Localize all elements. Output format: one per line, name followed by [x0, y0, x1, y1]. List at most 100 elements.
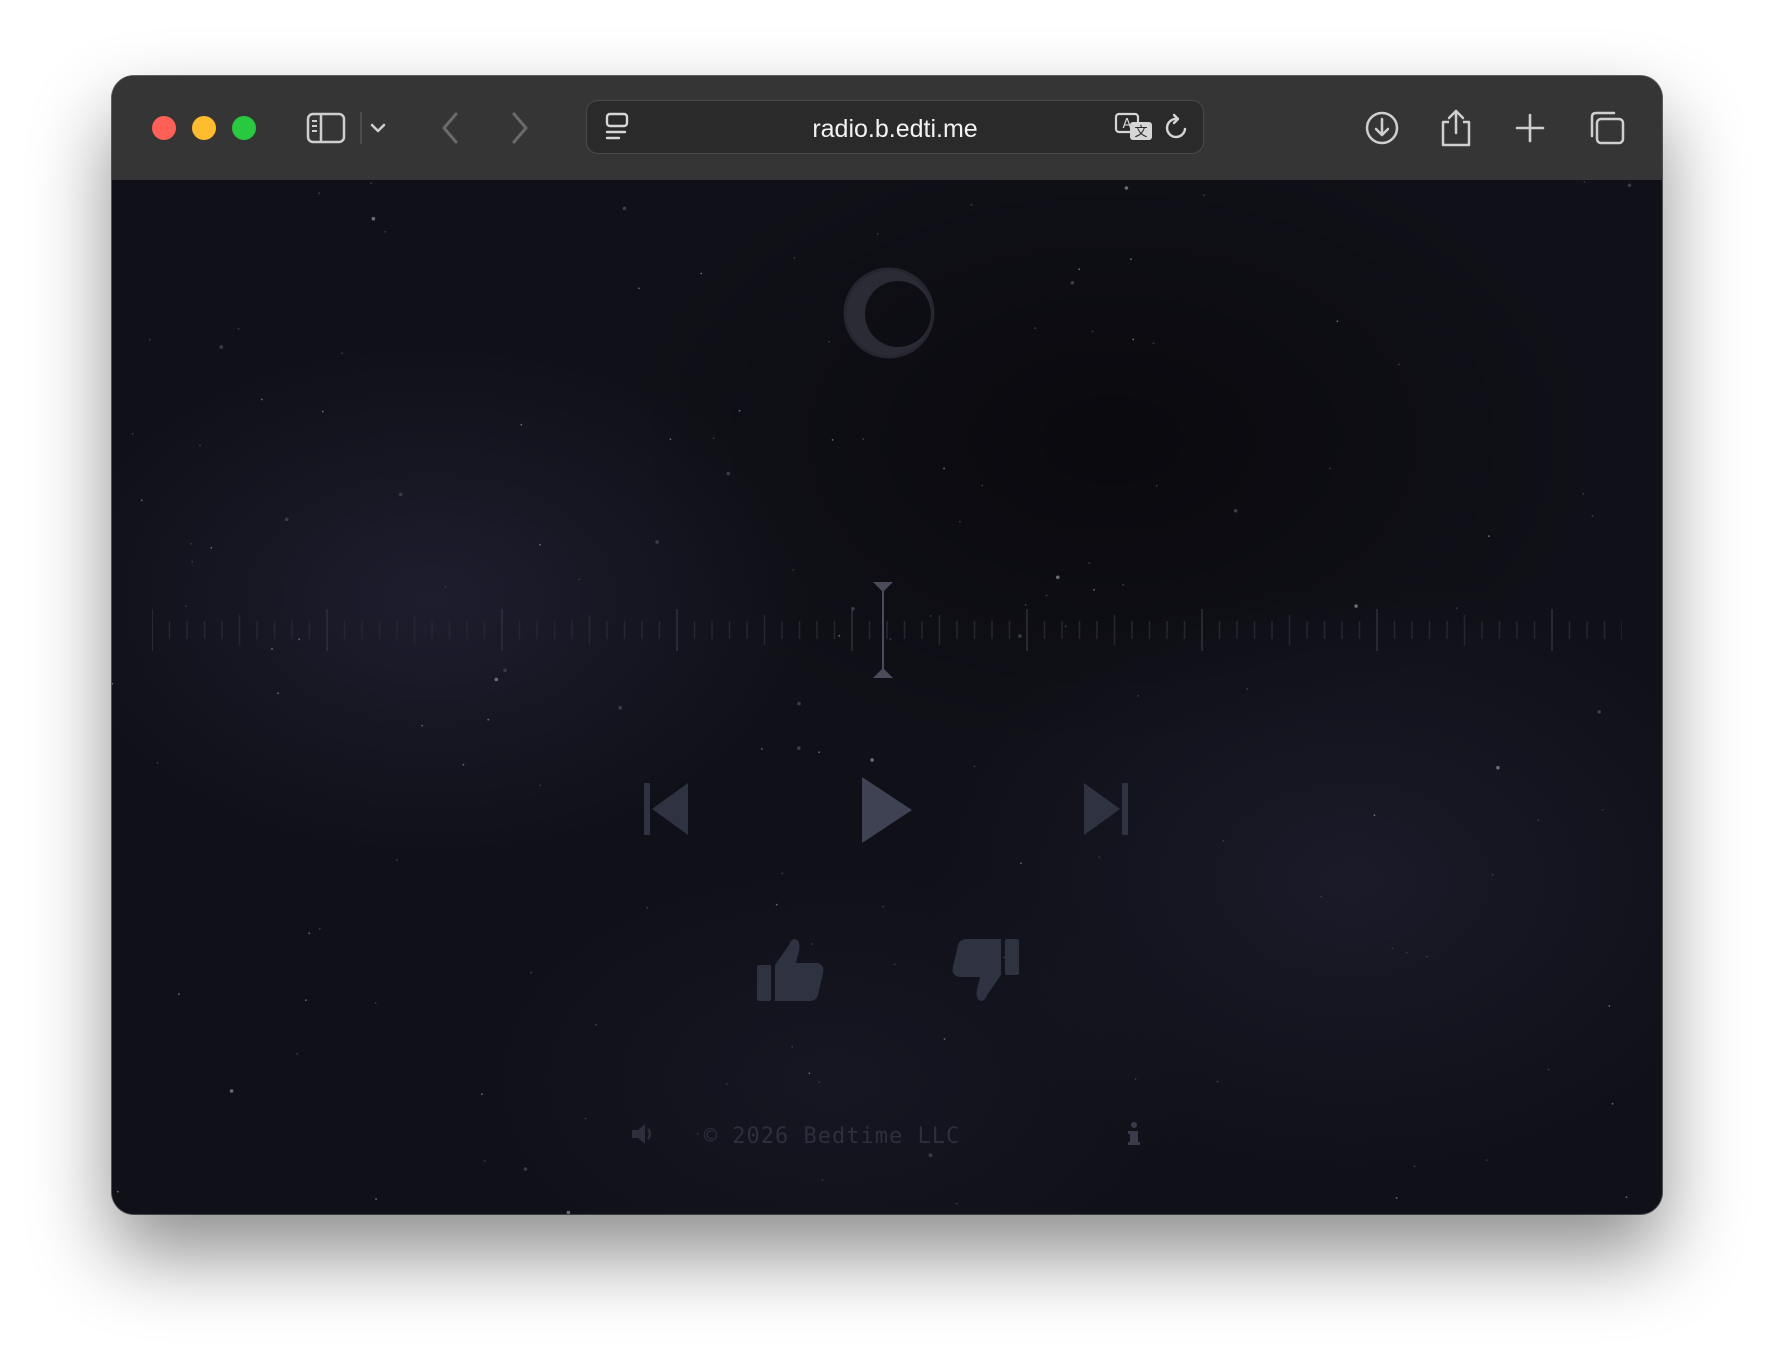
star — [655, 540, 659, 544]
star — [481, 1093, 483, 1096]
star — [893, 963, 896, 966]
star — [1491, 873, 1494, 876]
forward-icon[interactable] — [496, 104, 544, 152]
star — [862, 438, 865, 441]
address-bar[interactable]: radio.b.edti.me A文 — [586, 100, 1204, 154]
star — [775, 903, 778, 906]
star — [618, 705, 622, 710]
star — [190, 542, 192, 545]
star — [539, 543, 541, 546]
star — [375, 1198, 377, 1200]
star — [1336, 320, 1339, 323]
skip-forward-icon[interactable] — [1076, 774, 1136, 844]
star — [487, 718, 490, 721]
star — [566, 1210, 571, 1214]
star — [260, 398, 263, 401]
star — [219, 345, 224, 349]
browser-toolbar: radio.b.edti.me A文 — [112, 76, 1662, 181]
sidebar-icon[interactable] — [302, 104, 350, 152]
zoom-window-button[interactable] — [232, 116, 256, 140]
star — [928, 1153, 933, 1157]
star — [828, 341, 831, 343]
star — [1601, 809, 1604, 811]
star — [797, 701, 801, 706]
star — [191, 560, 194, 563]
browser-window: radio.b.edti.me A文 © 2026 Bedtime LLC — [112, 76, 1662, 1214]
star — [1373, 814, 1376, 817]
star — [797, 746, 801, 750]
svg-text:文: 文 — [1134, 125, 1147, 140]
star — [831, 439, 834, 441]
reload-icon[interactable] — [1153, 103, 1201, 151]
star — [1608, 1005, 1611, 1007]
thumbs-up-icon[interactable] — [754, 934, 828, 1006]
star — [1056, 575, 1060, 580]
star — [595, 1023, 598, 1026]
star — [1134, 1078, 1137, 1081]
star — [818, 1081, 821, 1083]
close-window-button[interactable] — [152, 116, 176, 140]
chevron-down-icon[interactable] — [358, 104, 398, 152]
star — [277, 692, 279, 695]
star — [1395, 1197, 1398, 1199]
dial-needle-bottom-marker — [873, 668, 893, 678]
star — [370, 182, 372, 184]
star — [1391, 947, 1394, 950]
star — [1132, 338, 1135, 341]
star — [943, 467, 945, 470]
star — [638, 287, 640, 290]
star — [318, 927, 321, 930]
volume-icon[interactable] — [628, 1118, 658, 1150]
star — [876, 232, 879, 235]
tabs-overview-icon[interactable] — [1582, 104, 1630, 152]
star — [321, 410, 324, 413]
new-tab-icon[interactable] — [1506, 104, 1554, 152]
star — [1398, 363, 1400, 366]
star — [1405, 951, 1408, 954]
star — [781, 872, 784, 875]
star — [1216, 1080, 1219, 1083]
star — [483, 1160, 486, 1162]
share-icon[interactable] — [1432, 104, 1480, 152]
copyright-text: © 2026 Bedtime LLC — [703, 1124, 961, 1149]
star — [1034, 327, 1037, 330]
star — [1130, 258, 1132, 261]
star — [1137, 694, 1139, 697]
skip-back-icon[interactable] — [636, 774, 696, 844]
star — [1611, 1102, 1614, 1105]
star — [646, 906, 649, 909]
star — [199, 444, 201, 447]
star — [1203, 194, 1205, 196]
info-icon[interactable] — [1122, 1118, 1146, 1150]
star — [371, 216, 376, 221]
star — [178, 993, 180, 996]
star — [308, 932, 311, 935]
star — [1582, 493, 1585, 495]
minimize-window-button[interactable] — [192, 116, 216, 140]
star — [1124, 186, 1129, 190]
star — [669, 438, 672, 440]
thumbs-down-icon[interactable] — [948, 934, 1022, 1006]
star — [210, 546, 213, 549]
star — [116, 1190, 119, 1193]
star — [738, 409, 741, 412]
translate-icon[interactable]: A文 — [1111, 103, 1159, 151]
star — [1020, 862, 1022, 865]
page-content: © 2026 Bedtime LLC — [112, 180, 1662, 1214]
tuning-dial[interactable] — [152, 580, 1622, 680]
star — [818, 751, 820, 754]
back-icon[interactable] — [426, 104, 474, 152]
star — [970, 204, 973, 206]
star — [1246, 687, 1249, 690]
star — [296, 1053, 298, 1055]
star — [384, 230, 386, 233]
star — [1426, 955, 1428, 958]
star — [1597, 710, 1601, 714]
play-icon[interactable] — [854, 770, 920, 850]
star — [140, 499, 143, 502]
download-icon[interactable] — [1358, 104, 1406, 152]
star — [1627, 183, 1632, 188]
star — [1155, 485, 1158, 487]
star — [284, 517, 289, 522]
star — [870, 758, 874, 762]
